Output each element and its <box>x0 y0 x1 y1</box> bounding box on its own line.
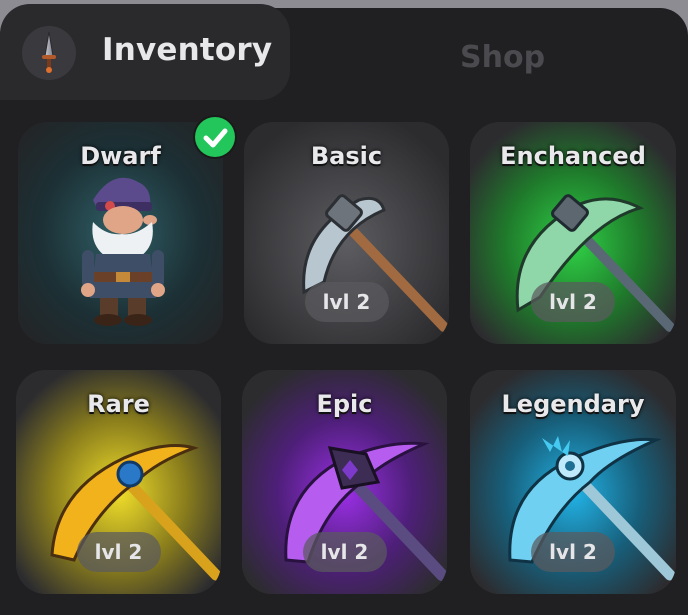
tab-shop-label: Shop <box>460 40 546 75</box>
tab-inventory-label: Inventory <box>102 32 273 68</box>
tab-shop[interactable]: Shop <box>300 28 688 88</box>
card-enchanced[interactable]: Enchanced lvl 2 <box>470 122 676 344</box>
card-epic[interactable]: Epic lvl 2 <box>242 370 447 594</box>
card-enchanced-title: Enchanced <box>500 142 646 170</box>
card-epic-title: Epic <box>316 390 373 418</box>
level-badge: lvl 2 <box>531 282 615 322</box>
selected-check-icon <box>195 117 235 157</box>
card-dwarf[interactable]: Dwarf <box>18 122 223 344</box>
dagger-icon <box>22 26 76 80</box>
card-basic[interactable]: Basic lvl 2 <box>244 122 449 344</box>
card-dwarf-title: Dwarf <box>80 142 161 170</box>
level-badge: lvl 2 <box>304 282 389 322</box>
card-legendary-title: Legendary <box>501 390 645 418</box>
level-badge: lvl 2 <box>76 532 161 572</box>
card-basic-title: Basic <box>310 142 383 170</box>
level-badge: lvl 2 <box>531 532 615 572</box>
card-rare-title: Rare <box>87 390 150 418</box>
card-legendary[interactable]: Legendary lvl 2 <box>470 370 676 594</box>
level-badge: lvl 2 <box>302 532 387 572</box>
tab-inventory[interactable]: Inventory <box>0 4 290 100</box>
card-rare[interactable]: Rare lvl 2 <box>16 370 221 594</box>
